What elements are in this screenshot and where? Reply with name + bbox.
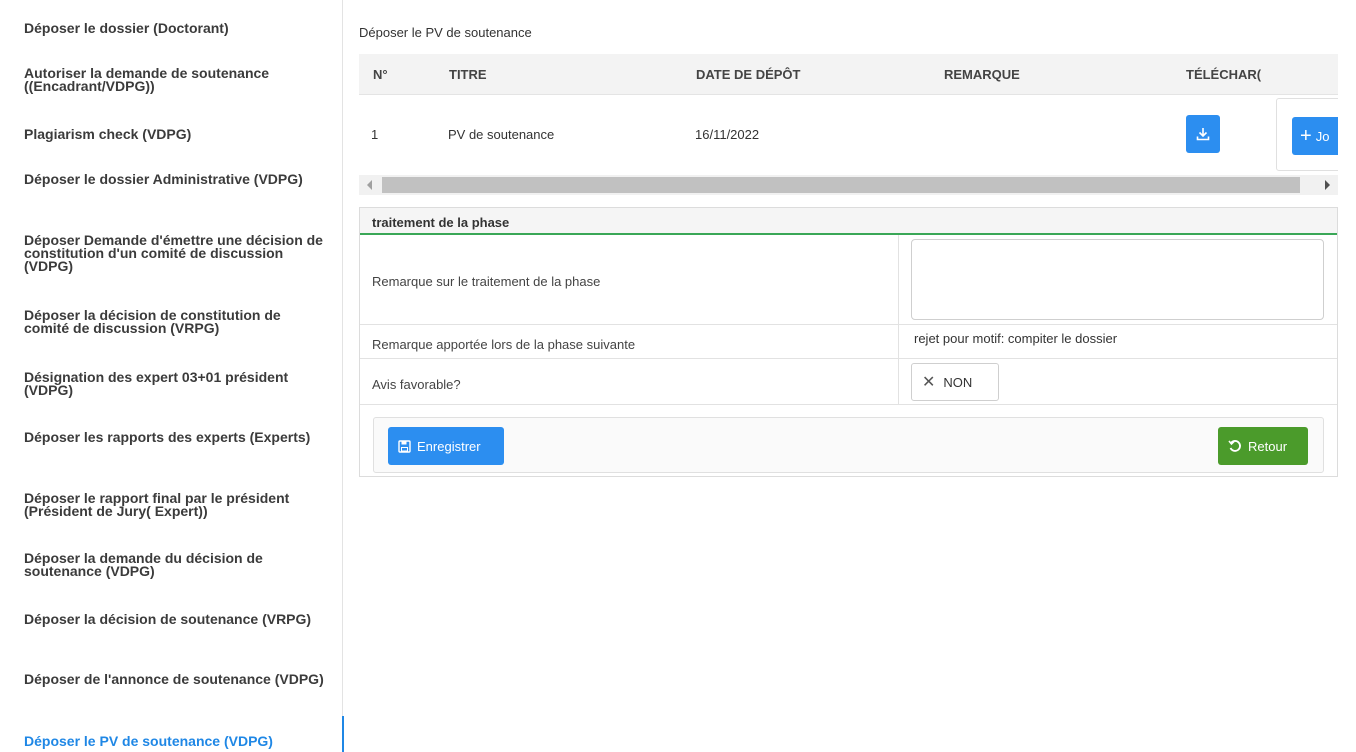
phase-panel: traitement de la phase Remarque sur le t… bbox=[359, 207, 1338, 477]
sidebar-item-plagiarism-check[interactable]: Plagiarism check (VDPG) bbox=[24, 127, 324, 141]
remarque-traitement-textarea[interactable] bbox=[911, 239, 1324, 320]
sidebar-item-decision-constitution[interactable]: Déposer la décision de constitution de c… bbox=[24, 308, 324, 335]
col-header-date: DATE DE DÉPÔT bbox=[696, 67, 801, 82]
avis-favorable-label: Avis favorable? bbox=[372, 377, 461, 392]
toggle-label: NON bbox=[943, 374, 973, 390]
close-icon: ✕ bbox=[922, 374, 936, 391]
remarque-traitement-label: Remarque sur le traitement de la phase bbox=[372, 274, 601, 289]
col-header-telecharger: TÉLÉCHAR( bbox=[1186, 67, 1262, 82]
row-avis-favorable: Avis favorable? ✕ NON bbox=[360, 359, 1337, 405]
remarque-suivante-label: Remarque apportée lors de la phase suiva… bbox=[372, 337, 636, 352]
sidebar: Déposer le dossier (Doctorant) Autoriser… bbox=[0, 0, 343, 752]
cell-date: 16/11/2022 bbox=[695, 127, 760, 142]
plus-icon: + bbox=[1300, 125, 1312, 147]
col-header-titre: TITRE bbox=[449, 67, 487, 82]
sidebar-item-demande-constitution[interactable]: Déposer Demande d'émettre une décision d… bbox=[24, 233, 324, 273]
sidebar-item-autoriser-demande[interactable]: Autoriser la demande de soutenance ((Enc… bbox=[24, 66, 324, 93]
sidebar-item-deposer-dossier-doctorant[interactable]: Déposer le dossier (Doctorant) bbox=[24, 21, 324, 35]
page-title: Déposer le PV de soutenance bbox=[359, 25, 532, 40]
sidebar-item-decision-soutenance[interactable]: Déposer la décision de soutenance (VRPG) bbox=[24, 612, 324, 626]
join-label: Jo bbox=[1315, 128, 1330, 144]
sidebar-item-designation-experts[interactable]: Désignation des expert 03+01 président (… bbox=[24, 370, 324, 397]
panel-header: traitement de la phase bbox=[360, 208, 1337, 235]
scroll-right-arrow-icon[interactable] bbox=[1325, 180, 1330, 190]
cell-num: 1 bbox=[371, 127, 379, 142]
scrollbar-thumb[interactable] bbox=[382, 177, 1300, 193]
save-button[interactable]: Enregistrer bbox=[388, 427, 504, 465]
sidebar-item-pv-soutenance[interactable]: Déposer le PV de soutenance (VDPG) bbox=[24, 734, 324, 748]
col-header-num: N° bbox=[373, 67, 388, 82]
sidebar-item-demande-decision-soutenance[interactable]: Déposer la demande du décision de souten… bbox=[24, 551, 324, 578]
download-button[interactable] bbox=[1186, 115, 1220, 153]
documents-table: N° TITRE DATE DE DÉPÔT REMARQUE TÉLÉCHAR… bbox=[359, 54, 1338, 172]
row-divider bbox=[898, 235, 899, 324]
horizontal-scrollbar[interactable] bbox=[359, 175, 1338, 195]
row-remarque-suivante: Remarque apportée lors de la phase suiva… bbox=[360, 325, 1337, 359]
cell-titre: PV de soutenance bbox=[448, 127, 555, 142]
sidebar-item-dossier-administrative[interactable]: Déposer le dossier Administrative (VDPG) bbox=[24, 172, 324, 186]
download-icon bbox=[1196, 128, 1210, 141]
row-divider bbox=[898, 359, 899, 404]
scroll-left-arrow-icon[interactable] bbox=[367, 180, 372, 190]
sidebar-item-annonce-soutenance[interactable]: Déposer de l'annonce de soutenance (VDPG… bbox=[24, 672, 324, 686]
table-row: 1 PV de soutenance 16/11/2022 + Jo bbox=[359, 95, 1338, 172]
sidebar-item-rapport-final[interactable]: Déposer le rapport final par le présiden… bbox=[24, 491, 324, 518]
col-header-remarque: REMARQUE bbox=[944, 67, 1020, 82]
active-indicator bbox=[342, 716, 344, 752]
floppy-disk-icon bbox=[398, 439, 411, 453]
avis-favorable-toggle[interactable]: ✕ NON bbox=[911, 363, 999, 401]
save-label: Enregistrer bbox=[417, 438, 481, 454]
remarque-suivante-value: rejet pour motif: compiter le dossier bbox=[914, 331, 1118, 346]
table-header: N° TITRE DATE DE DÉPÔT REMARQUE TÉLÉCHAR… bbox=[359, 54, 1338, 95]
row-divider bbox=[898, 325, 899, 358]
panel-title: traitement de la phase bbox=[372, 215, 510, 230]
back-button[interactable]: Retour bbox=[1218, 427, 1308, 465]
join-file-button[interactable]: + Jo bbox=[1292, 117, 1338, 155]
back-label: Retour bbox=[1248, 438, 1288, 454]
panel-footer: Enregistrer Retour bbox=[373, 417, 1324, 473]
undo-icon bbox=[1228, 440, 1241, 452]
row-remarque-traitement: Remarque sur le traitement de la phase bbox=[360, 235, 1337, 325]
join-cell: + Jo bbox=[1276, 98, 1338, 171]
sidebar-item-rapports-experts[interactable]: Déposer les rapports des experts (Expert… bbox=[24, 430, 324, 444]
